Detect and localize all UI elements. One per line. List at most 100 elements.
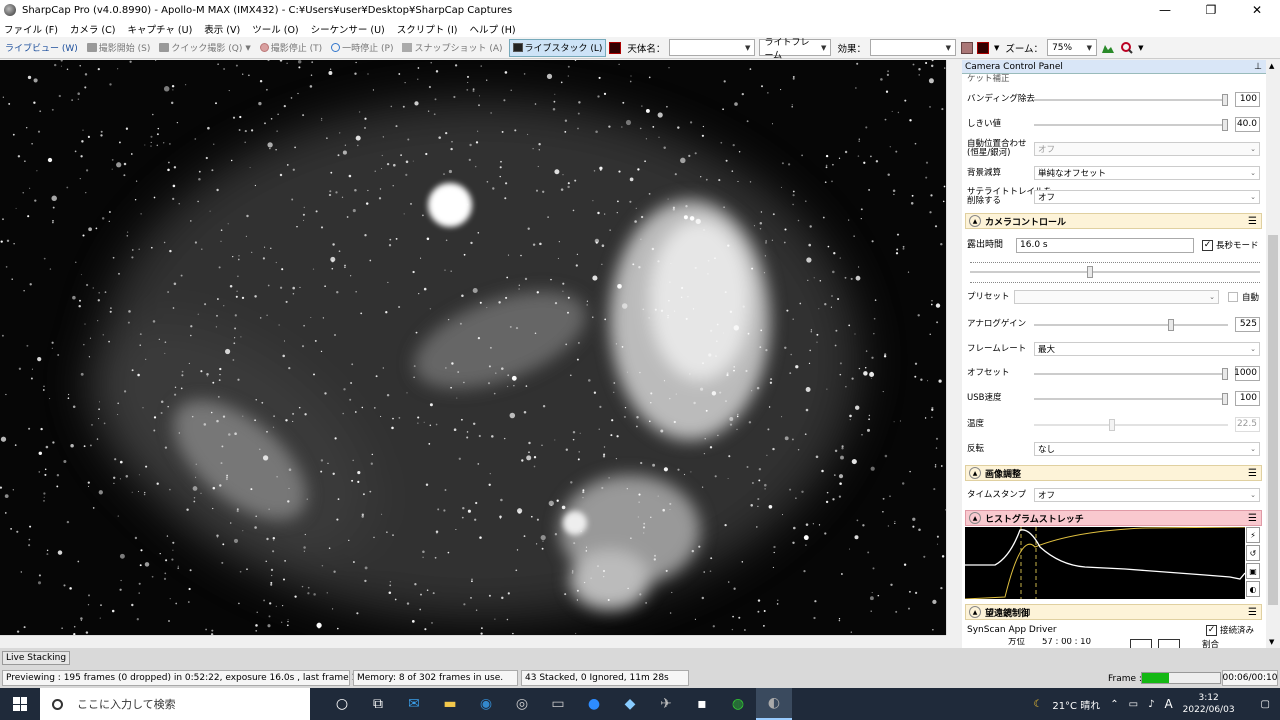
threshold-value[interactable]: 40.0: [1235, 116, 1260, 132]
sharpcap-taskbar-icon[interactable]: ◐: [756, 688, 792, 720]
menu-view[interactable]: 表示 (V): [204, 22, 240, 36]
live-stacking-tab[interactable]: Live Stacking: [2, 651, 71, 665]
exposure-slider[interactable]: [970, 266, 1260, 278]
contrast-icon[interactable]: ◐: [1246, 581, 1260, 597]
hamburger-menu-icon[interactable]: ☰: [1248, 607, 1257, 618]
flip-select[interactable]: なし ⌄: [1034, 442, 1260, 456]
ime-indicator[interactable]: A: [1164, 697, 1172, 711]
viewer-horizontal-scrollbar[interactable]: [0, 635, 946, 648]
collapse-icon[interactable]: ▲: [969, 215, 981, 227]
close-button[interactable]: ✕: [1234, 0, 1280, 20]
menu-help[interactable]: ヘルプ (H): [469, 22, 515, 36]
app-spiral-icon[interactable]: ◎: [504, 688, 540, 720]
section-camera-controls[interactable]: ▲ カメラコントロール ☰: [965, 213, 1262, 229]
usb-slider[interactable]: [1034, 393, 1228, 405]
chevron-down-icon[interactable]: ▼: [1138, 44, 1143, 52]
banding-value[interactable]: 100: [1235, 91, 1260, 107]
store-icon[interactable]: ▭: [540, 688, 576, 720]
frame-type-select[interactable]: ライトフレーム ▼: [759, 38, 832, 61]
menu-file[interactable]: ファイル (F): [4, 22, 58, 36]
mount-up-button[interactable]: [1158, 639, 1180, 648]
mail-icon[interactable]: ✉: [396, 688, 432, 720]
collapse-icon[interactable]: ▲: [969, 467, 981, 479]
panel-scroll-thumb[interactable]: [1268, 235, 1278, 605]
hamburger-menu-icon[interactable]: ☰: [1248, 468, 1257, 479]
mount-slew-button[interactable]: [1130, 639, 1152, 648]
preset-select[interactable]: ⌄: [1014, 290, 1219, 304]
slider-knob[interactable]: [1222, 119, 1228, 131]
start-capture-button[interactable]: 撮影開始 (S): [84, 39, 154, 57]
hamburger-menu-icon[interactable]: ☰: [1248, 216, 1257, 227]
gain-slider[interactable]: [1034, 319, 1228, 331]
minimize-button[interactable]: —: [1142, 0, 1188, 20]
pin-icon[interactable]: ⊥: [1254, 62, 1262, 72]
app-bird-icon[interactable]: ✈: [648, 688, 684, 720]
slider-knob[interactable]: [1222, 368, 1228, 380]
app-green-icon[interactable]: ◍: [720, 688, 756, 720]
file-explorer-icon[interactable]: ▬: [432, 688, 468, 720]
slider-knob[interactable]: [1222, 393, 1228, 405]
menu-camera[interactable]: カメラ (C): [70, 22, 116, 36]
maximize-button[interactable]: ❐: [1188, 0, 1234, 20]
long-exposure-checkbox[interactable]: ✓: [1202, 239, 1213, 251]
notification-icon[interactable]: ▢: [1261, 699, 1270, 710]
menu-capture[interactable]: キャプチャ (U): [127, 22, 192, 36]
section-image-controls[interactable]: ▲ 画像調整 ☰: [965, 465, 1262, 481]
scroll-up-icon[interactable]: ▲: [1269, 62, 1274, 70]
live-view-button[interactable]: ライブビュー (W): [2, 39, 81, 57]
gain-value[interactable]: 525: [1235, 316, 1260, 332]
target-name-select[interactable]: ▼: [669, 39, 756, 56]
menu-sequencer[interactable]: シーケンサー (U): [311, 22, 385, 36]
connected-checkbox[interactable]: ✓: [1206, 624, 1217, 636]
timestamp-select[interactable]: オフ ⌄: [1034, 488, 1260, 502]
color-swatch-icon[interactable]: [960, 41, 973, 54]
auto-checkbox[interactable]: [1228, 292, 1238, 302]
stop-capture-button[interactable]: 撮影停止 (T): [257, 39, 325, 57]
offset-value[interactable]: 1000: [1234, 365, 1260, 381]
reset-icon[interactable]: ↺: [1246, 545, 1260, 561]
snapshot-button[interactable]: スナップショット (A): [399, 39, 505, 57]
viewer-vertical-scrollbar[interactable]: [946, 60, 960, 635]
chevron-down-icon[interactable]: ▼: [994, 44, 999, 52]
section-mount[interactable]: ▲ 望遠鏡制御 ☰: [965, 604, 1262, 620]
auto-align-select[interactable]: オフ ⌄: [1034, 142, 1260, 156]
taskbar-search[interactable]: ここに入力して検索: [40, 688, 310, 720]
section-histogram[interactable]: ▲ ヒストグラムストレッチ ☰: [965, 510, 1262, 526]
chevron-up-icon[interactable]: ⌃: [1110, 699, 1118, 710]
threshold-slider[interactable]: [1034, 119, 1228, 131]
edge-browser-icon[interactable]: ◉: [468, 688, 504, 720]
task-view-icon[interactable]: ⧉: [360, 688, 396, 720]
cortana-icon[interactable]: ○: [324, 688, 360, 720]
weather-text[interactable]: 21°C 晴れ: [1052, 697, 1100, 712]
network-icon[interactable]: ▭: [1129, 699, 1138, 710]
slider-knob[interactable]: [1222, 94, 1228, 106]
exposure-input[interactable]: 16.0 s: [1016, 237, 1194, 253]
collapse-icon[interactable]: ▲: [969, 606, 981, 618]
banding-slider[interactable]: [1034, 94, 1228, 106]
sat-trail-select[interactable]: オフ ⌄: [1034, 190, 1260, 204]
live-view-image[interactable]: [0, 60, 946, 635]
app-terminal-icon[interactable]: ▪: [684, 688, 720, 720]
usb-value[interactable]: 100: [1235, 390, 1260, 406]
histogram-plot[interactable]: [964, 526, 1246, 600]
hamburger-menu-icon[interactable]: ☰: [1248, 513, 1257, 524]
pause-button[interactable]: 一時停止 (P): [328, 39, 396, 57]
chevron-down-icon[interactable]: ▼: [245, 44, 250, 52]
histogram-icon[interactable]: [1101, 42, 1115, 54]
zoom-in-icon[interactable]: [1121, 41, 1133, 54]
red-mode-icon[interactable]: [976, 41, 989, 54]
live-stack-button[interactable]: ライブスタック (L): [508, 38, 607, 57]
offset-slider[interactable]: [1034, 368, 1228, 380]
scroll-down-icon[interactable]: ▼: [1269, 638, 1274, 646]
slider-knob[interactable]: [1167, 319, 1174, 331]
volume-icon[interactable]: ♪: [1148, 699, 1154, 710]
collapse-icon[interactable]: ▲: [969, 512, 981, 524]
framerate-select[interactable]: 最大 ⌄: [1034, 342, 1260, 356]
app-cube-icon[interactable]: ◆: [612, 688, 648, 720]
start-button[interactable]: [0, 688, 40, 720]
panel-scrollbar[interactable]: ▲ ▼: [1266, 60, 1280, 648]
zoom-app-icon[interactable]: ●: [576, 688, 612, 720]
menu-tools[interactable]: ツール (O): [252, 22, 298, 36]
menu-scripting[interactable]: スクリプト (I): [397, 22, 458, 36]
zoom-select[interactable]: 75% ▼: [1047, 39, 1098, 56]
